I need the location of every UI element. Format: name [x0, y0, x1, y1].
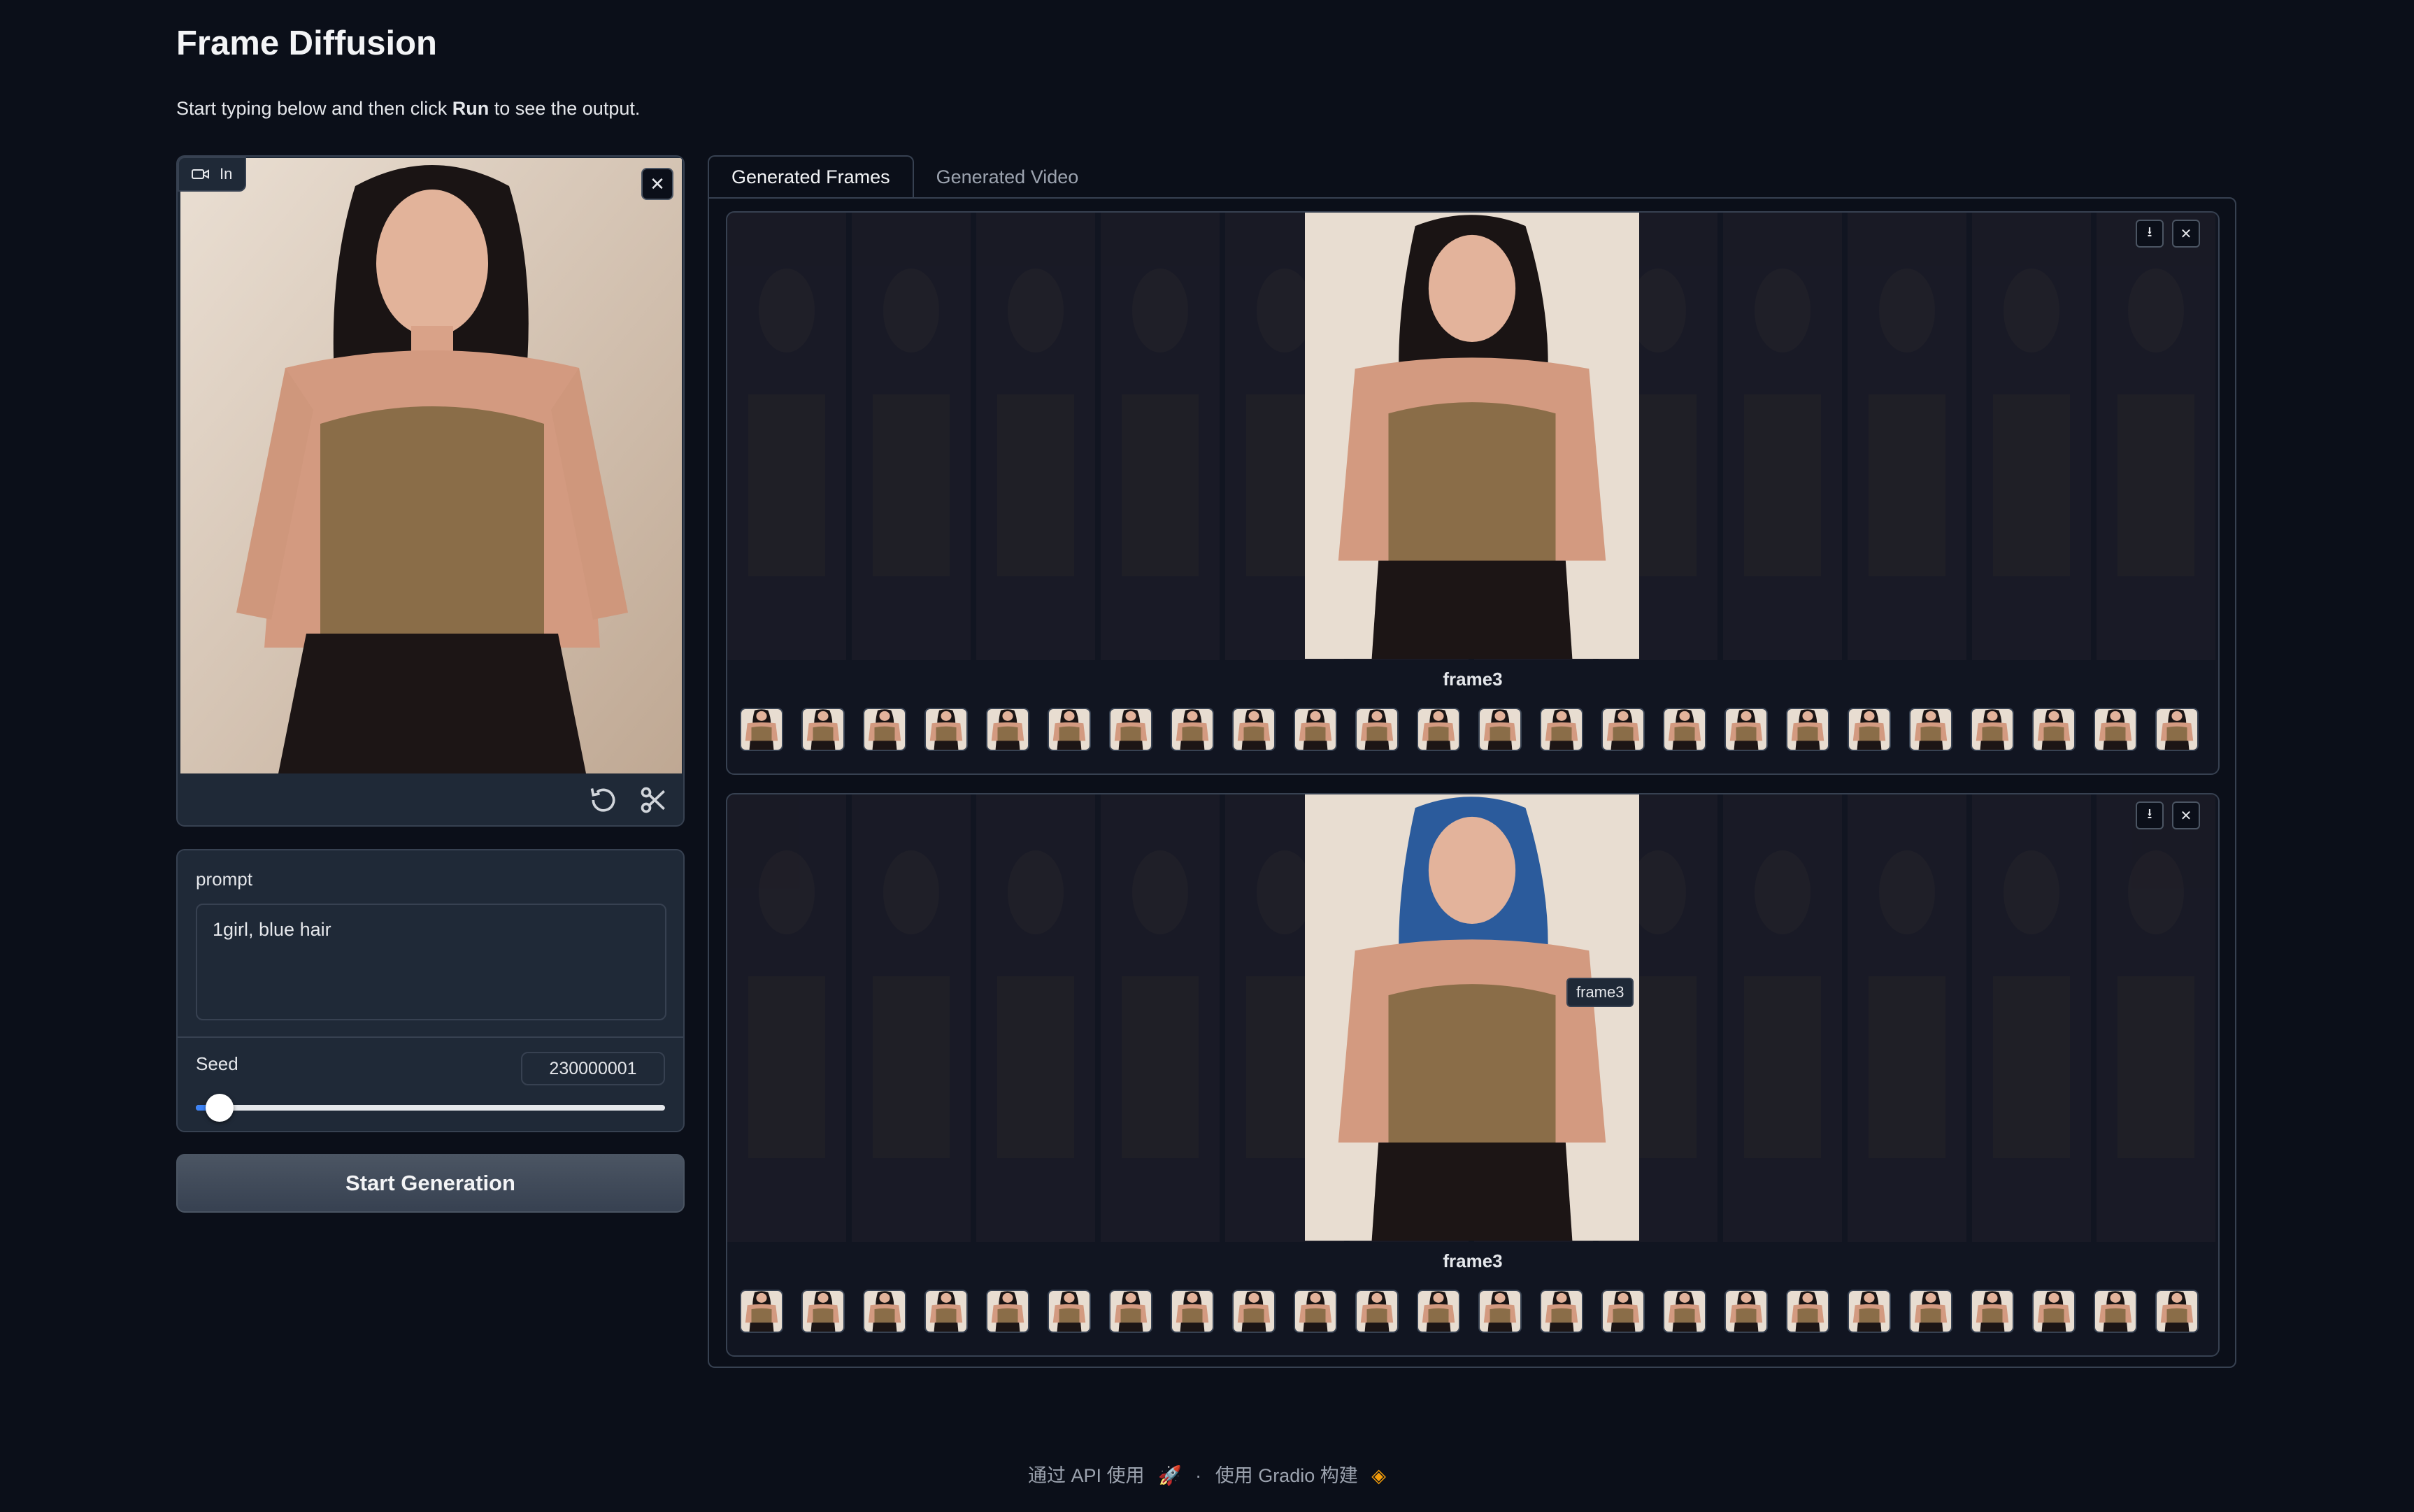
start-generation-button[interactable]: Start Generation	[176, 1154, 685, 1213]
close-icon[interactable]: ✕	[641, 168, 673, 200]
thumbnail[interactable]	[1540, 708, 1583, 751]
rocket-icon: 🚀	[1158, 1465, 1182, 1486]
thumbnail[interactable]	[863, 708, 906, 751]
thumbnail[interactable]	[1232, 708, 1276, 751]
page-title: Frame Diffusion	[176, 24, 437, 62]
thumbnail[interactable]	[1417, 1290, 1460, 1333]
prompt-form: prompt 1girl, blue hair Seed 230000001	[176, 849, 685, 1132]
input-image	[180, 158, 682, 773]
thumbnail[interactable]	[986, 708, 1029, 751]
thumbnail[interactable]	[2094, 708, 2137, 751]
thumbnail[interactable]	[1540, 1290, 1583, 1333]
close-icon[interactable]: ✕	[2172, 801, 2200, 829]
input-toolbar	[178, 775, 683, 825]
frames-gallery: frame3 ⭳ ✕	[726, 211, 2220, 775]
thumbnail[interactable]	[1663, 708, 1706, 751]
thumbnail[interactable]	[1048, 1290, 1091, 1333]
thumbnail[interactable]	[1601, 708, 1645, 751]
thumbnail[interactable]	[2032, 1290, 2076, 1333]
thumbnail[interactable]	[1478, 708, 1522, 751]
undo-icon[interactable]	[588, 785, 619, 815]
thumbnail[interactable]	[1724, 708, 1768, 751]
input-source-label: In	[178, 157, 247, 192]
gallery-tools: ⭳ ✕	[2136, 801, 2200, 829]
thumbnail[interactable]	[2155, 708, 2199, 751]
seed-label: Seed	[196, 1053, 238, 1074]
thumbnail[interactable]	[1294, 1290, 1337, 1333]
download-icon[interactable]: ⭳	[2136, 220, 2164, 248]
frame-caption: frame3	[1443, 669, 1503, 690]
thumbnail[interactable]	[740, 708, 783, 751]
thumbnail[interactable]	[1971, 708, 2014, 751]
divider	[178, 1036, 683, 1038]
tab-generated-video[interactable]: Generated Video	[914, 155, 1101, 199]
thumbnail[interactable]	[1109, 1290, 1152, 1333]
prompt-textarea[interactable]: 1girl, blue hair	[196, 904, 666, 1020]
video-camera-icon	[192, 169, 209, 179]
thumbnail[interactable]	[1663, 1290, 1706, 1333]
thumbnail[interactable]	[863, 1290, 906, 1333]
thumbnail[interactable]	[1048, 708, 1091, 751]
thumbnail[interactable]	[1171, 708, 1214, 751]
thumbnail[interactable]	[1601, 1290, 1645, 1333]
input-image-panel[interactable]: In ✕	[176, 155, 685, 827]
thumbnail[interactable]	[1971, 1290, 2014, 1333]
thumbnail[interactable]	[1109, 708, 1152, 751]
subtitle-text-end: to see the output.	[489, 98, 641, 119]
thumbnail[interactable]	[1848, 1290, 1891, 1333]
input-label-text: In	[220, 165, 233, 183]
thumbnail[interactable]	[1355, 1290, 1399, 1333]
thumbnail[interactable]	[801, 1290, 845, 1333]
seed-slider-thumb[interactable]	[205, 1094, 234, 1122]
subtitle-text: Start typing below and then click	[176, 98, 452, 119]
tab-generated-frames[interactable]: Generated Frames	[708, 155, 914, 199]
thumbnail[interactable]	[1909, 1290, 1952, 1333]
seed-number-input[interactable]: 230000001	[521, 1052, 665, 1085]
footer: 通过 API 使用 🚀 · 使用 Gradio 构建 ◈	[0, 1460, 2414, 1488]
thumbnail-strip	[740, 1290, 2199, 1333]
thumbnail[interactable]	[1417, 708, 1460, 751]
page-subtitle: Start typing below and then click Run to…	[176, 98, 640, 120]
thumbnail[interactable]	[1724, 1290, 1768, 1333]
download-icon[interactable]: ⭳	[2136, 801, 2164, 829]
frame-caption: frame3	[1443, 1250, 1503, 1271]
thumbnail[interactable]	[1171, 1290, 1214, 1333]
thumbnail[interactable]	[986, 1290, 1029, 1333]
thumbnail[interactable]	[924, 708, 968, 751]
thumbnail-strip	[740, 708, 2199, 751]
footer-gradio-link[interactable]: 使用 Gradio 构建	[1215, 1465, 1358, 1486]
footer-separator: ·	[1195, 1465, 1202, 1486]
thumbnail[interactable]	[924, 1290, 968, 1333]
thumbnail[interactable]	[1355, 708, 1399, 751]
thumbnail[interactable]	[1848, 708, 1891, 751]
gallery-tools: ⭳ ✕	[2136, 220, 2200, 248]
thumbnail[interactable]	[1232, 1290, 1276, 1333]
thumbnail[interactable]	[1786, 708, 1829, 751]
thumbnail[interactable]	[1786, 1290, 1829, 1333]
subtitle-run-keyword: Run	[452, 98, 490, 119]
seed-slider[interactable]	[196, 1094, 665, 1122]
gradio-logo-icon: ◈	[1371, 1465, 1387, 1486]
footer-api-link[interactable]: 通过 API 使用	[1028, 1465, 1145, 1486]
prompt-label: prompt	[196, 869, 252, 890]
selected-frame-image[interactable]	[1305, 794, 1639, 1241]
thumbnail[interactable]	[1909, 708, 1952, 751]
thumbnail[interactable]	[2094, 1290, 2137, 1333]
scissors-icon[interactable]	[638, 785, 669, 815]
output-tabs: Generated Frames Generated Video	[708, 155, 1101, 199]
thumbnail[interactable]	[1478, 1290, 1522, 1333]
frames-gallery: frame3 ⭳ ✕	[726, 793, 2220, 1357]
thumbnail[interactable]	[740, 1290, 783, 1333]
thumbnail[interactable]	[1294, 708, 1337, 751]
frame-tooltip: frame3	[1566, 978, 1634, 1007]
thumbnail[interactable]	[801, 708, 845, 751]
thumbnail[interactable]	[2032, 708, 2076, 751]
close-icon[interactable]: ✕	[2172, 220, 2200, 248]
selected-frame-image[interactable]	[1305, 213, 1639, 659]
thumbnail[interactable]	[2155, 1290, 2199, 1333]
